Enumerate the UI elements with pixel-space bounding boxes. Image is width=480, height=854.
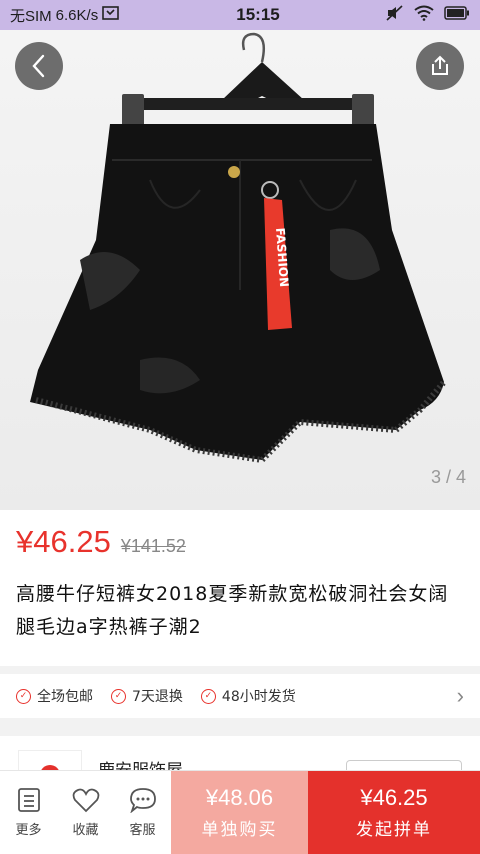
group-buy-label: 发起拼单 bbox=[356, 820, 432, 840]
bottom-action-bar: 更多 收藏 客服 ¥48.06 单独购买 ¥46.25 发起拼单 bbox=[0, 770, 480, 854]
carrier-text: 无SIM bbox=[10, 7, 52, 25]
buy-alone-label: 单独购买 bbox=[201, 820, 278, 840]
check-icon: ✓ bbox=[200, 688, 216, 704]
tab-favorite[interactable]: 收藏 bbox=[57, 771, 114, 854]
check-icon: ✓ bbox=[16, 688, 31, 704]
share-icon bbox=[432, 55, 448, 75]
guarantee-label: 全场包邮 bbox=[37, 689, 93, 705]
group-buy-button[interactable]: ¥46.25 发起拼单 bbox=[308, 771, 480, 854]
product-info: ¥46.25 ¥141.52 高腰牛仔短裤女2018夏季新款宽松破洞社会女阔腿毛… bbox=[0, 510, 480, 666]
chevron-right-icon[interactable]: › bbox=[457, 683, 464, 709]
guarantee-free-shipping: ✓ 全场包邮 bbox=[16, 686, 93, 706]
share-button[interactable] bbox=[416, 42, 464, 90]
current-price: ¥46.25 bbox=[16, 524, 111, 559]
product-gallery[interactable]: FASHION 3 / 4 bbox=[0, 30, 480, 510]
original-price: ¥141.52 bbox=[120, 536, 186, 556]
tab-label: 收藏 bbox=[72, 823, 99, 838]
status-left: 无SIM 6.6K/s bbox=[10, 5, 190, 26]
menu-icon bbox=[17, 788, 40, 812]
network-speed: 6.6K/s bbox=[55, 6, 99, 24]
tab-more[interactable]: 更多 bbox=[0, 771, 57, 854]
guarantee-label: 48小时发货 bbox=[221, 689, 296, 705]
buy-alone-button[interactable]: ¥48.06 单独购买 bbox=[171, 771, 308, 854]
screenshot-icon bbox=[102, 5, 120, 25]
tab-customer-service[interactable]: 客服 bbox=[114, 771, 171, 854]
wifi-icon bbox=[414, 5, 434, 25]
status-time: 15:15 bbox=[236, 5, 280, 24]
guarantee-shipping-time: ✓ 48小时发货 bbox=[200, 686, 296, 706]
buy-alone-price: ¥48.06 bbox=[205, 785, 274, 810]
back-button[interactable] bbox=[15, 42, 63, 90]
chat-icon bbox=[129, 788, 156, 813]
check-icon: ✓ bbox=[111, 688, 126, 704]
guarantee-returns: ✓ 7天退换 bbox=[111, 686, 183, 706]
service-guarantees[interactable]: ✓ 全场包邮 ✓ 7天退换 ✓ 48小时发货 › bbox=[0, 674, 480, 718]
tab-label: 更多 bbox=[15, 823, 42, 838]
product-title: 高腰牛仔短裤女2018夏季新款宽松破洞社会女阔腿毛边a字热裤子潮2 bbox=[16, 583, 449, 638]
group-buy-price: ¥46.25 bbox=[360, 785, 428, 810]
status-bar: 无SIM 6.6K/s 15:15 bbox=[0, 0, 480, 30]
gallery-page-indicator: 3 / 4 bbox=[430, 467, 466, 487]
mute-icon bbox=[386, 5, 404, 25]
product-image: FASHION bbox=[30, 32, 447, 464]
tab-label: 客服 bbox=[129, 823, 156, 838]
heart-icon bbox=[72, 788, 99, 813]
guarantee-label: 7天退换 bbox=[132, 689, 183, 705]
chevron-left-icon bbox=[32, 54, 45, 78]
price-row: ¥46.25 ¥141.52 bbox=[16, 524, 462, 560]
battery-icon bbox=[444, 6, 470, 24]
status-right bbox=[386, 5, 470, 25]
